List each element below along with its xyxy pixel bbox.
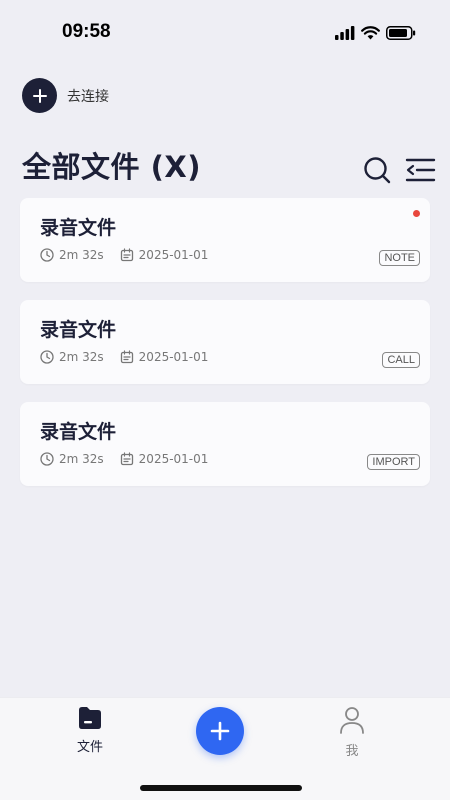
tab-files-label: 文件 <box>76 740 103 755</box>
date-group: 2025-01-01 <box>120 248 209 262</box>
file-tag: IMPORT <box>367 454 420 470</box>
file-duration: 2m 32s <box>59 248 104 262</box>
home-indicator <box>140 785 302 791</box>
date-group: 2025-01-01 <box>120 452 209 466</box>
status-icons <box>335 26 416 40</box>
search-icon <box>364 157 391 184</box>
file-card[interactable]: 录音文件 2m 32s 2025-01-01 NOTE <box>20 198 430 282</box>
folder-icon <box>79 707 101 729</box>
unread-dot <box>413 210 420 217</box>
signal-icon <box>335 26 355 40</box>
search-button[interactable] <box>362 155 392 185</box>
clock-icon <box>40 452 54 466</box>
battery-icon <box>386 26 416 40</box>
plus-icon <box>210 721 230 741</box>
plus-icon <box>32 88 47 103</box>
connect-label[interactable]: 去连接 <box>67 86 109 106</box>
duration-group: 2m 32s <box>40 350 104 364</box>
file-date: 2025-01-01 <box>138 350 209 364</box>
clock-icon <box>40 248 54 262</box>
clock-icon <box>40 350 54 364</box>
duration-group: 2m 32s <box>40 452 104 466</box>
page-title: 全部文件 (X) <box>22 150 201 184</box>
file-title: 录音文件 <box>40 421 117 443</box>
user-icon <box>340 707 364 734</box>
menu-collapse-icon <box>405 158 436 182</box>
file-duration: 2m 32s <box>59 452 104 466</box>
file-card[interactable]: 录音文件 2m 32s 2025-01-01 CALL <box>20 300 430 384</box>
status-bar: 09:58 <box>0 0 450 60</box>
tab-me-label: 我 <box>345 744 359 759</box>
file-card[interactable]: 录音文件 2m 32s 2025-01-01 IMPORT <box>20 402 430 486</box>
file-list: 录音文件 2m 32s 2025-01-01 NOTE 录音文件 2m 32s … <box>20 198 430 504</box>
status-time: 09:58 <box>62 21 111 42</box>
tab-me[interactable]: 我 <box>322 706 382 759</box>
file-tag: NOTE <box>379 250 420 266</box>
connect-row[interactable]: 去连接 <box>22 78 109 113</box>
wifi-icon <box>361 26 380 40</box>
calendar-icon <box>120 350 133 364</box>
file-title: 录音文件 <box>40 319 117 341</box>
file-meta: 2m 32s 2025-01-01 <box>40 248 224 262</box>
file-meta: 2m 32s 2025-01-01 <box>40 452 224 466</box>
file-tag: CALL <box>382 352 420 368</box>
file-date: 2025-01-01 <box>138 452 209 466</box>
duration-group: 2m 32s <box>40 248 104 262</box>
tab-files[interactable]: 文件 <box>60 706 120 755</box>
add-button[interactable] <box>196 707 244 755</box>
calendar-icon <box>120 452 133 466</box>
file-duration: 2m 32s <box>59 350 104 364</box>
calendar-icon <box>120 248 133 262</box>
connect-button[interactable] <box>22 78 57 113</box>
file-title: 录音文件 <box>40 217 117 239</box>
file-meta: 2m 32s 2025-01-01 <box>40 350 224 364</box>
date-group: 2025-01-01 <box>120 350 209 364</box>
menu-collapse-button[interactable] <box>404 155 436 185</box>
file-date: 2025-01-01 <box>138 248 209 262</box>
